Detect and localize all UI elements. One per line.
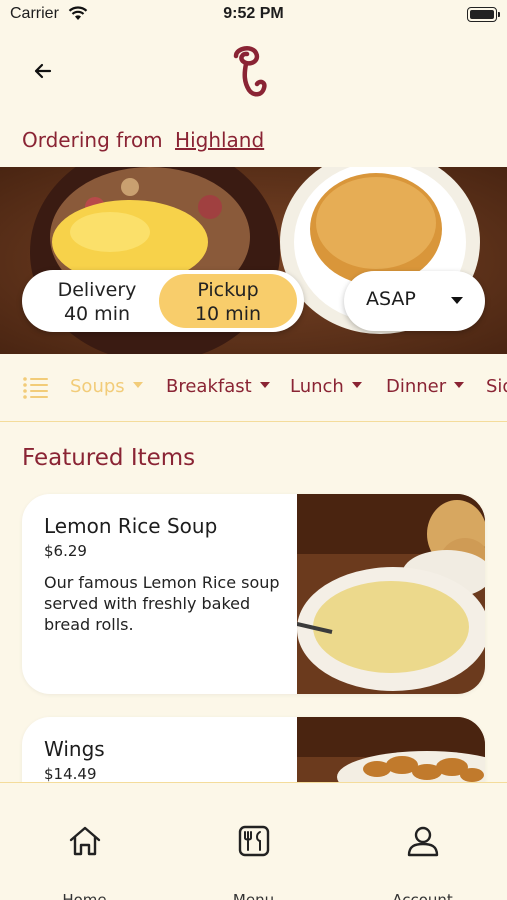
menu-item-card[interactable]: Lemon Rice Soup $6.29 Our famous Lemon R… [22,494,485,694]
schedule-value: ASAP [366,288,416,310]
tab-bar: Home Menu Account [0,782,507,900]
soup-photo [297,494,485,694]
ordering-from: Ordering from Highland [22,128,264,152]
category-label: Soups [70,376,125,397]
category-dinner[interactable]: Dinner [386,376,465,397]
location-link[interactable]: Highland [175,128,264,152]
category-label: Dinner [386,376,447,397]
item-price: $14.49 [44,765,97,783]
schedule-select[interactable]: ASAP [344,271,485,331]
pickup-label: Pickup [197,279,259,301]
tab-label: Menu [232,891,275,900]
category-sides[interactable]: Sides [486,376,507,397]
category-label: Lunch [290,376,344,397]
pickup-time: 10 min [194,303,262,325]
caret-down-icon [454,382,465,388]
category-soups[interactable]: Soups [70,376,143,397]
status-bar: Carrier 9:52 PM [0,0,507,32]
delivery-label: Delivery [57,279,137,301]
caret-down-icon [351,382,362,388]
arrow-left-icon[interactable] [28,56,58,86]
category-breakfast[interactable]: Breakfast [166,376,270,397]
item-name: Lemon Rice Soup [44,514,218,538]
tab-home[interactable]: Home [0,783,169,900]
item-description: Our famous Lemon Rice soup served with f… [44,573,280,634]
item-price: $6.29 [44,542,87,560]
item-name: Wings [44,737,105,761]
order-mode-toggle: Delivery 40 min Pickup 10 min [22,270,304,332]
battery-icon [467,7,500,22]
list-icon[interactable] [22,376,50,400]
tab-label: Home [62,891,107,900]
delivery-time: 40 min [63,303,131,325]
category-label: Breakfast [166,376,252,397]
featured-title: Featured Items [22,445,196,471]
tab-account[interactable]: Account [338,783,507,900]
account-icon [407,826,439,857]
delivery-option[interactable]: Delivery 40 min [28,274,166,328]
pickup-option[interactable]: Pickup 10 min [159,274,297,328]
brand-logo [233,46,267,97]
clock: 9:52 PM [223,5,284,22]
tab-label: Account [392,891,453,900]
home-icon [69,826,101,856]
category-lunch[interactable]: Lunch [290,376,362,397]
category-label: Sides [486,376,507,397]
caret-down-icon [259,382,270,388]
caret-down-icon [451,297,463,304]
tab-menu[interactable]: Menu [169,783,338,900]
menu-icon [238,825,270,857]
ordering-prefix: Ordering from [22,128,163,152]
category-bar: Soups Breakfast Lunch Dinner Sides [0,355,507,422]
caret-down-icon [132,382,143,388]
